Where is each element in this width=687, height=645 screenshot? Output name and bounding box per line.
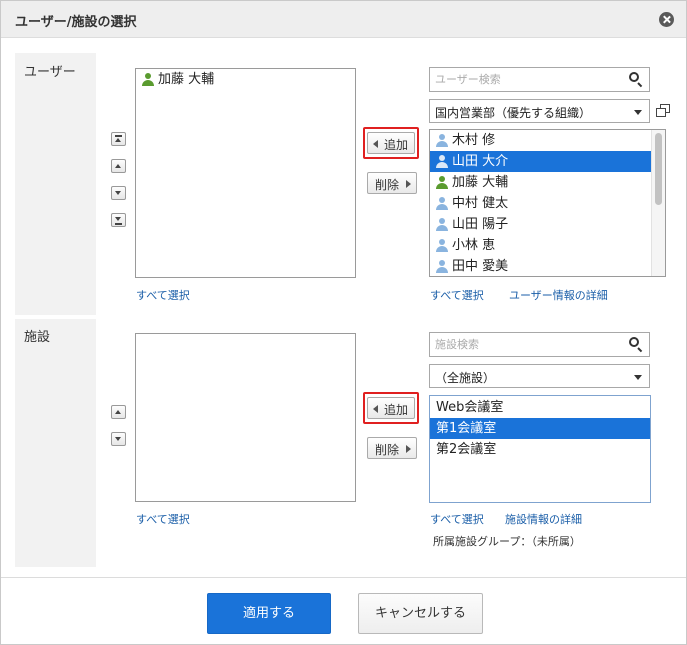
facility-group-select[interactable]: （全施設） — [429, 364, 650, 388]
user-search-input[interactable] — [430, 68, 623, 91]
arrow-up-icon — [115, 164, 121, 168]
user-blue-icon — [436, 218, 448, 231]
user-name: 中村 健太 — [452, 196, 509, 211]
user-green-icon — [436, 176, 448, 189]
user-name: 田中 愛美 — [452, 259, 509, 274]
select-all-candidate-facilities-link[interactable]: すべて選択 — [430, 511, 484, 527]
dialog-titlebar: ユーザー/施設の選択 — [1, 1, 686, 38]
close-icon[interactable] — [659, 12, 674, 27]
user-blue-icon — [436, 197, 448, 210]
user-name: 加藤 大輔 — [452, 175, 509, 190]
selected-users-list[interactable]: 加藤 大輔 — [135, 68, 356, 278]
candidate-users-list[interactable]: 木村 修山田 大介加藤 大輔中村 健太山田 陽子小林 恵田中 愛美 — [429, 129, 666, 277]
select-all-selected-facilities-link[interactable]: すべて選択 — [136, 511, 190, 527]
facilities-section-label: 施設 — [24, 330, 51, 345]
user-name: 山田 大介 — [452, 154, 509, 169]
remove-user-button[interactable]: 削除 — [367, 172, 417, 194]
arrow-right-icon — [406, 445, 411, 453]
list-item[interactable]: 加藤 大輔 — [136, 69, 355, 90]
user-name: 山田 陽子 — [452, 217, 509, 232]
arrow-up-icon — [115, 138, 121, 142]
bar-icon — [115, 223, 122, 225]
list-item[interactable]: 第2会議室 — [430, 439, 650, 460]
arrow-right-icon — [406, 180, 411, 188]
facility-move-up-button[interactable] — [111, 405, 126, 419]
facility-name: 第1会議室 — [436, 421, 497, 436]
scrollbar-thumb[interactable] — [655, 133, 662, 205]
facility-move-down-button[interactable] — [111, 432, 126, 446]
apply-button[interactable]: 適用する — [207, 593, 331, 634]
user-group-select-value: 国内営業部（優先する組織） — [435, 106, 592, 120]
arrow-down-icon — [115, 217, 121, 221]
popup-window-icon[interactable] — [656, 104, 670, 118]
arrow-down-icon — [115, 437, 121, 441]
bar-icon — [115, 135, 122, 137]
list-item[interactable]: 中村 健太 — [430, 193, 665, 214]
remove-label: 削除 — [375, 178, 400, 192]
remove-facility-button[interactable]: 削除 — [367, 437, 417, 459]
arrow-left-icon — [373, 140, 378, 148]
move-to-bottom-button[interactable] — [111, 213, 126, 227]
add-label: 追加 — [384, 138, 409, 152]
facility-name: Web会議室 — [436, 400, 504, 415]
move-up-button[interactable] — [111, 159, 126, 173]
selected-facilities-list[interactable] — [135, 333, 356, 502]
list-item[interactable]: 小林 恵 — [430, 235, 665, 256]
select-all-candidate-users-link[interactable]: すべて選択 — [430, 287, 484, 303]
user-blue-icon — [436, 260, 448, 273]
move-to-top-button[interactable] — [111, 132, 126, 146]
cancel-button[interactable]: キャンセルする — [358, 593, 483, 634]
remove-label: 削除 — [375, 443, 400, 457]
add-label: 追加 — [384, 403, 409, 417]
user-search-box — [429, 67, 650, 92]
list-item[interactable]: 第1会議室 — [430, 418, 650, 439]
select-all-selected-users-link[interactable]: すべて選択 — [136, 287, 190, 303]
user-green-icon — [142, 73, 154, 86]
candidate-facilities-list[interactable]: Web会議室 第1会議室第2会議室 — [429, 395, 651, 503]
arrow-up-icon — [115, 410, 121, 414]
chevron-down-icon — [634, 110, 642, 115]
list-item[interactable]: 田中 愛美 — [430, 256, 665, 276]
list-item[interactable]: 山田 大介 — [430, 151, 665, 172]
list-item[interactable]: 木村 修 — [430, 130, 665, 151]
facilities-section-label-column: 施設 — [15, 319, 96, 567]
search-icon[interactable] — [629, 337, 643, 353]
list-item[interactable]: Web会議室 — [430, 397, 650, 418]
list-item[interactable]: 加藤 大輔 — [430, 172, 665, 193]
move-down-button[interactable] — [111, 186, 126, 200]
add-user-button[interactable]: 追加 — [367, 132, 415, 154]
user-facility-dialog: ユーザー/施設の選択 ユーザー 施設 加藤 大輔 すべて選択 追加 削除 ユーザ… — [0, 0, 687, 645]
user-group-select[interactable]: 国内営業部（優先する組織） — [429, 99, 650, 123]
arrow-left-icon — [373, 405, 378, 413]
facility-info-detail-link[interactable]: 施設情報の詳細 — [505, 511, 582, 527]
user-info-detail-link[interactable]: ユーザー情報の詳細 — [509, 287, 608, 303]
facility-group-note: 所属施設グループ：（未所属） — [433, 535, 581, 548]
user-name: 木村 修 — [452, 133, 496, 148]
user-name: 小林 恵 — [452, 238, 496, 253]
facility-group-select-value: （全施設） — [435, 371, 496, 385]
arrow-down-icon — [115, 191, 121, 195]
add-facility-button[interactable]: 追加 — [367, 397, 415, 419]
facility-search-box — [429, 332, 650, 357]
scrollbar[interactable] — [651, 130, 665, 276]
user-blue-icon — [436, 239, 448, 252]
dialog-footer: 適用する キャンセルする — [1, 577, 686, 644]
chevron-down-icon — [634, 375, 642, 380]
user-blue-icon — [436, 134, 448, 147]
dialog-title: ユーザー/施設の選択 — [15, 15, 137, 30]
list-item[interactable]: 山田 陽子 — [430, 214, 665, 235]
user-blue-icon — [436, 155, 448, 168]
users-section-label-column: ユーザー — [15, 53, 96, 315]
facility-search-input[interactable] — [430, 333, 623, 356]
users-section-label: ユーザー — [24, 65, 76, 80]
facility-name: 第2会議室 — [436, 442, 497, 457]
search-icon[interactable] — [629, 72, 643, 88]
user-name: 加藤 大輔 — [158, 72, 215, 87]
